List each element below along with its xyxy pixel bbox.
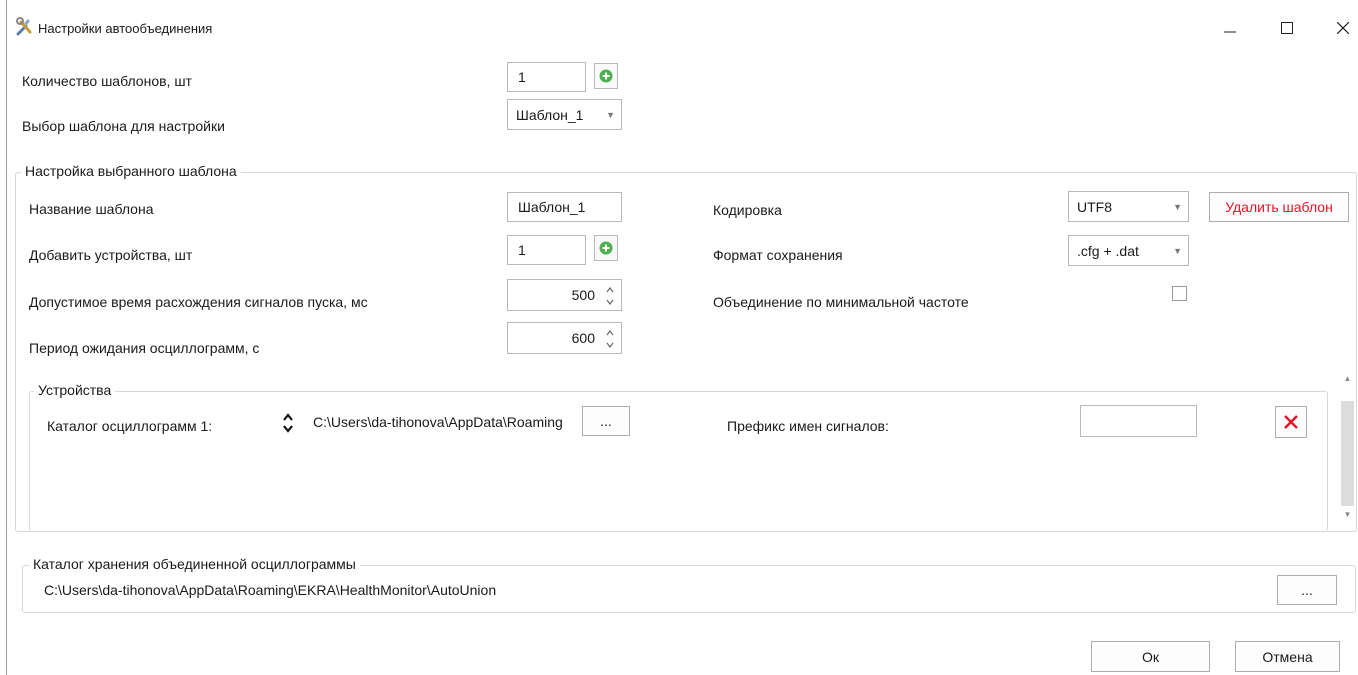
title-bar[interactable]: Настройки автообъединения — [0, 0, 1358, 58]
scroll-down-arrow-icon[interactable]: ▼ — [1341, 507, 1354, 521]
minfreq-checkbox[interactable] — [1172, 286, 1187, 301]
window-title: Настройки автообъединения — [38, 21, 213, 36]
spinner-arrows-icon[interactable] — [605, 327, 615, 351]
ok-button[interactable]: Ок — [1091, 641, 1210, 672]
template-select[interactable]: Шаблон_1 ▼ — [507, 99, 622, 130]
add-template-button[interactable] — [594, 63, 618, 89]
tools-icon — [15, 17, 35, 37]
ok-label: Ок — [1141, 648, 1159, 665]
minfreq-label: Объединение по минимальной частоте — [713, 294, 969, 310]
spinner-arrows-icon[interactable] — [605, 284, 615, 308]
minimize-icon — [1224, 31, 1236, 33]
template-select-label: Выбор шаблона для настройки — [22, 118, 225, 134]
add-device-button[interactable] — [594, 235, 618, 261]
templates-count-label: Количество шаблонов, шт — [22, 73, 192, 89]
cancel-label: Отмена — [1262, 648, 1313, 665]
devices-count-label: Добавить устройства, шт — [29, 247, 193, 263]
maximize-icon — [1281, 22, 1293, 34]
catalog-label: Каталог осциллограмм 1: — [47, 418, 213, 434]
start-diff-spinner[interactable]: 500 — [507, 279, 622, 311]
format-value: .cfg + .dat — [1077, 242, 1139, 259]
wait-period-spinner[interactable]: 600 — [507, 322, 622, 354]
close-button[interactable] — [1329, 14, 1357, 42]
devices-count-value: 1 — [518, 242, 526, 258]
scroll-up-arrow-icon[interactable]: ▲ — [1341, 371, 1354, 385]
add-icon — [599, 241, 613, 255]
delete-template-button[interactable]: Удалить шаблон — [1209, 192, 1349, 222]
cancel-button[interactable]: Отмена — [1235, 641, 1340, 672]
templates-count-input[interactable]: 1 — [507, 62, 586, 92]
chevron-down-icon: ▼ — [1173, 201, 1182, 212]
delete-template-label: Удалить шаблон — [1225, 199, 1333, 215]
output-path: C:\Users\da-tihonova\AppData\Roaming\EKR… — [44, 582, 497, 598]
start-diff-label: Допустимое время расхождения сигналов пу… — [29, 294, 368, 310]
output-browse-label: ... — [1301, 582, 1313, 598]
remove-icon — [1284, 415, 1298, 429]
devices-count-input[interactable]: 1 — [507, 235, 586, 265]
chevron-down-icon: ▼ — [1173, 245, 1182, 256]
catalog-path-input[interactable]: C:\Users\da-tihonova\AppData\Roaming — [310, 408, 583, 436]
template-name-value: Шаблон_1 — [518, 199, 586, 215]
close-icon — [1337, 22, 1349, 34]
selected-template-legend: Настройка выбранного шаблона — [21, 163, 241, 179]
wait-period-label: Период ожидания осциллограмм, с — [29, 340, 260, 356]
wait-period-value: 600 — [571, 330, 595, 346]
format-select[interactable]: .cfg + .dat ▼ — [1068, 235, 1189, 266]
minimize-button[interactable] — [1216, 14, 1244, 42]
template-name-input[interactable]: Шаблон_1 — [507, 192, 622, 222]
prefix-input[interactable] — [1080, 405, 1197, 437]
maximize-button[interactable] — [1273, 14, 1301, 42]
left-edge — [6, 0, 7, 675]
template-select-value: Шаблон_1 — [516, 106, 584, 123]
devices-scrollbar[interactable]: ▲ ▼ — [1339, 369, 1356, 523]
format-label: Формат сохранения — [713, 247, 843, 263]
reorder-icon[interactable] — [281, 412, 295, 434]
devices-legend: Устройства — [34, 382, 116, 398]
encoding-select[interactable]: UTF8 ▼ — [1068, 191, 1189, 222]
prefix-label: Префикс имен сигналов: — [727, 418, 889, 434]
templates-count-value: 1 — [518, 69, 526, 85]
catalog-browse-label: ... — [600, 413, 612, 429]
encoding-value: UTF8 — [1077, 198, 1112, 215]
output-browse-button[interactable]: ... — [1277, 575, 1337, 605]
remove-device-button[interactable] — [1275, 406, 1307, 438]
chevron-down-icon: ▼ — [606, 109, 615, 120]
scroll-thumb[interactable] — [1341, 401, 1354, 506]
output-legend: Каталог хранения объединенной осциллогра… — [29, 556, 360, 572]
start-diff-value: 500 — [571, 287, 595, 303]
catalog-path-value: C:\Users\da-tihonova\AppData\Roaming — [313, 414, 563, 430]
template-name-label: Название шаблона — [29, 201, 154, 217]
catalog-browse-button[interactable]: ... — [582, 406, 630, 436]
encoding-label: Кодировка — [713, 202, 782, 218]
add-icon — [599, 69, 613, 83]
